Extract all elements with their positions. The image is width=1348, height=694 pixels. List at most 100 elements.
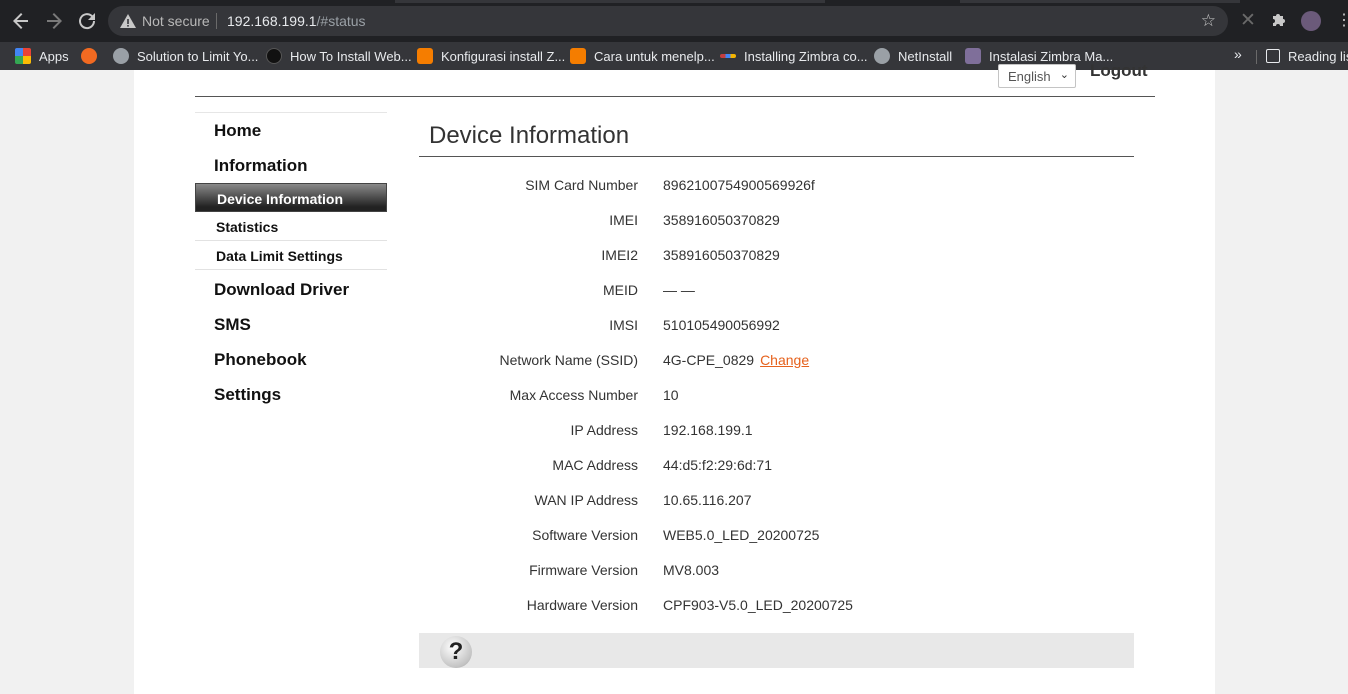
extensions-puzzle-icon[interactable] [1269,11,1289,31]
site-dots-icon [720,54,736,58]
chevron-down-icon: ⌄ [1059,69,1069,81]
reading-list-icon [1266,49,1280,63]
bookmark-item[interactable]: Installing Zimbra co... [720,46,868,66]
info-row: IMEI 358916050370829 [419,212,1134,232]
help-bar: ? [419,633,1134,668]
globe-icon [113,48,129,64]
sidebar-menu: Home Information Device Information Stat… [195,112,387,412]
sidebar-item-download-driver[interactable]: Download Driver [195,272,387,307]
info-label: IP Address [570,422,638,438]
browser-toolbar: Not secure 192.168.199.1/#status ☆ ✕ ⋮ [0,0,1348,42]
info-label: MEID [603,282,638,298]
sidebar-subitem-data-limit-settings[interactable]: Data Limit Settings [195,241,387,270]
change-ssid-link[interactable]: Change [760,352,809,368]
profile-avatar-icon[interactable] [1301,11,1321,31]
info-label: IMSI [609,317,638,333]
info-value: 10 [663,387,679,403]
info-row: Hardware Version CPF903-V5.0_LED_2020072… [419,597,1134,617]
info-label: Hardware Version [526,597,638,613]
info-value: 10.65.116.207 [663,492,752,508]
warning-icon [119,12,137,30]
menu-dots-icon[interactable]: ⋮ [1334,11,1348,31]
info-label: Network Name (SSID) [499,352,638,368]
sidebar-item-settings[interactable]: Settings [195,377,387,412]
bookmark-label: Solution to Limit Yo... [137,48,259,64]
bookmark-label: Apps [39,48,69,64]
info-row: Firmware Version MV8.003 [419,562,1134,582]
info-row: Network Name (SSID) 4G-CPE_0829 Change [419,352,1134,372]
sidebar-subitem-device-information[interactable]: Device Information [195,183,387,212]
info-row: SIM Card Number 8962100754900569926f [419,177,1134,197]
info-row: IP Address 192.168.199.1 [419,422,1134,442]
url-path: /#status [316,13,366,29]
sidebar-item-phonebook[interactable]: Phonebook [195,342,387,377]
info-value: WEB5.0_LED_20200725 [663,527,820,543]
sidebar-item-information[interactable]: Information [195,148,387,183]
bookmark-label: Cara untuk menelp... [594,48,715,64]
logout-link[interactable]: Logout [1090,61,1148,81]
info-label: Firmware Version [529,562,638,578]
address-bar[interactable]: Not secure 192.168.199.1/#status ☆ [108,6,1228,36]
reload-icon[interactable] [75,9,99,33]
bookmarks-divider [1256,50,1257,64]
info-value: 358916050370829 [663,212,780,228]
info-label: MAC Address [552,457,638,473]
info-value: — — [663,282,695,298]
sidebar-subitem-statistics[interactable]: Statistics [195,212,387,241]
info-row: IMEI2 358916050370829 [419,247,1134,267]
language-value: English [1008,69,1051,84]
bookmarks-overflow-icon[interactable]: » [1234,46,1242,62]
extension-x-icon[interactable]: ✕ [1238,11,1258,31]
bookmark-apps[interactable]: Apps [15,46,69,66]
info-row: MAC Address 44:d5:f2:29:6d:71 [419,457,1134,477]
info-label: SIM Card Number [525,177,638,193]
url-text[interactable]: 192.168.199.1/#status [227,13,366,29]
info-value: 4G-CPE_0829 Change [663,352,809,368]
info-row: IMSI 510105490056992 [419,317,1134,337]
back-icon[interactable] [9,9,33,33]
info-value: 8962100754900569926f [663,177,815,193]
bookmark-item[interactable]: Solution to Limit Yo... [113,46,258,66]
info-label: IMEI [609,212,638,228]
url-host: 192.168.199.1 [227,13,317,29]
info-label: Software Version [532,527,638,543]
info-value: MV8.003 [663,562,720,578]
header-divider [195,96,1155,97]
bookmark-item[interactable]: How To Install Web... [266,46,412,66]
info-value: 44:d5:f2:29:6d:71 [663,457,772,473]
blogger-icon [417,48,433,64]
sidebar-item-home[interactable]: Home [195,113,387,148]
help-question-icon[interactable]: ? [440,636,472,668]
info-row: MEID — — [419,282,1134,302]
bookmark-label: Konfigurasi install Z... [441,48,566,64]
apps-grid-icon [15,48,31,64]
language-select[interactable]: English ⌄ [998,64,1076,88]
info-value: 358916050370829 [663,247,780,263]
ssid-value: 4G-CPE_0829 [663,352,755,368]
blogger-icon [570,48,586,64]
omnibox-divider [216,13,217,29]
bookmark-label: Installing Zimbra co... [744,48,868,64]
site-thumbnail-icon [965,48,981,64]
info-value: 510105490056992 [663,317,780,333]
tab-strip-edge [960,0,1240,3]
cpanel-icon [81,48,97,64]
bookmark-item[interactable]: Konfigurasi install Z... [417,46,565,66]
bookmark-label: NetInstall [898,48,953,64]
globe-icon [874,48,890,64]
page-title: Device Information [419,112,1134,157]
sidebar-item-sms[interactable]: SMS [195,307,387,342]
bookmark-item[interactable] [81,46,97,66]
bookmark-star-icon[interactable]: ☆ [1201,11,1216,31]
info-value: 192.168.199.1 [663,422,753,438]
reading-list-label: Reading list [1288,48,1348,64]
bookmark-item[interactable]: Cara untuk menelp... [570,46,715,66]
reading-list-button[interactable]: Reading list [1266,46,1348,66]
tab-strip-edge [395,0,825,3]
info-label: WAN IP Address [534,492,638,508]
bookmark-item[interactable]: NetInstall [874,46,952,66]
info-label: IMEI2 [601,247,638,263]
info-row: Max Access Number 10 [419,387,1134,407]
info-value: CPF903-V5.0_LED_20200725 [663,597,853,613]
forward-icon[interactable] [42,9,66,33]
